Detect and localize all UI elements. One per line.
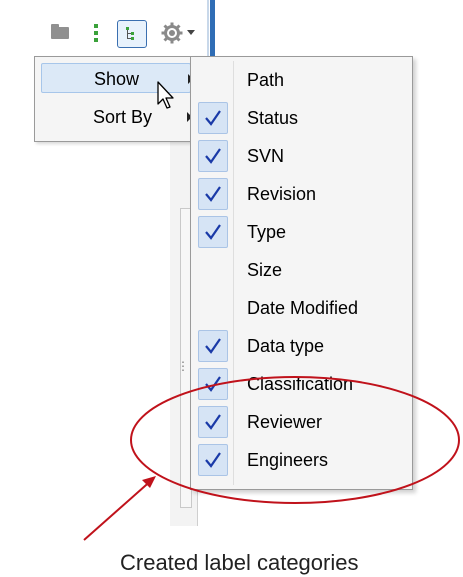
panel-splitter[interactable] (210, 0, 215, 60)
submenu-item-label: Revision (247, 184, 317, 204)
tree-view-icon (126, 27, 134, 40)
submenu-item-status[interactable]: Status (191, 99, 412, 137)
splitter-shadow (207, 0, 209, 60)
submenu-item-type[interactable]: Type (191, 213, 412, 251)
annotation-ellipse (130, 376, 460, 504)
submenu-item-date-modified[interactable]: Date Modified (191, 289, 412, 327)
annotation-arrow-icon (83, 476, 156, 541)
menu-item-label: Sort By (93, 107, 153, 127)
submenu-item-size[interactable]: Size (191, 251, 412, 289)
annotation-caption: Created label categories (120, 550, 359, 575)
checkmark-icon (198, 140, 228, 172)
submenu-item-label: Type (247, 222, 287, 242)
tree-view-button[interactable] (117, 20, 147, 48)
checkmark-icon (198, 102, 228, 134)
toolbar (0, 0, 230, 56)
submenu-item-label: Data type (247, 336, 325, 356)
checkmark-icon (198, 330, 228, 362)
menu-item-label: Show (94, 69, 140, 89)
checkmark-icon (198, 178, 228, 210)
submenu-item-data-type[interactable]: Data type (191, 327, 412, 365)
folder-icon[interactable] (51, 24, 69, 39)
gear-icon[interactable] (160, 22, 184, 44)
submenu-item-label: Status (247, 108, 299, 128)
resize-grip-icon[interactable]: ⋮ (177, 360, 189, 372)
submenu-item-path[interactable]: Path (191, 61, 412, 99)
submenu-item-revision[interactable]: Revision (191, 175, 412, 213)
submenu-item-label: Path (247, 70, 285, 90)
submenu-item-label: Date Modified (247, 298, 359, 318)
submenu-item-label: Size (247, 260, 283, 280)
dropdown-caret-icon[interactable] (187, 30, 195, 35)
submenu-item-label: SVN (247, 146, 285, 166)
submenu-item-svn[interactable]: SVN (191, 137, 412, 175)
dots-icon[interactable] (94, 24, 98, 42)
mouse-cursor-icon (157, 81, 174, 109)
checkmark-icon (198, 216, 228, 248)
